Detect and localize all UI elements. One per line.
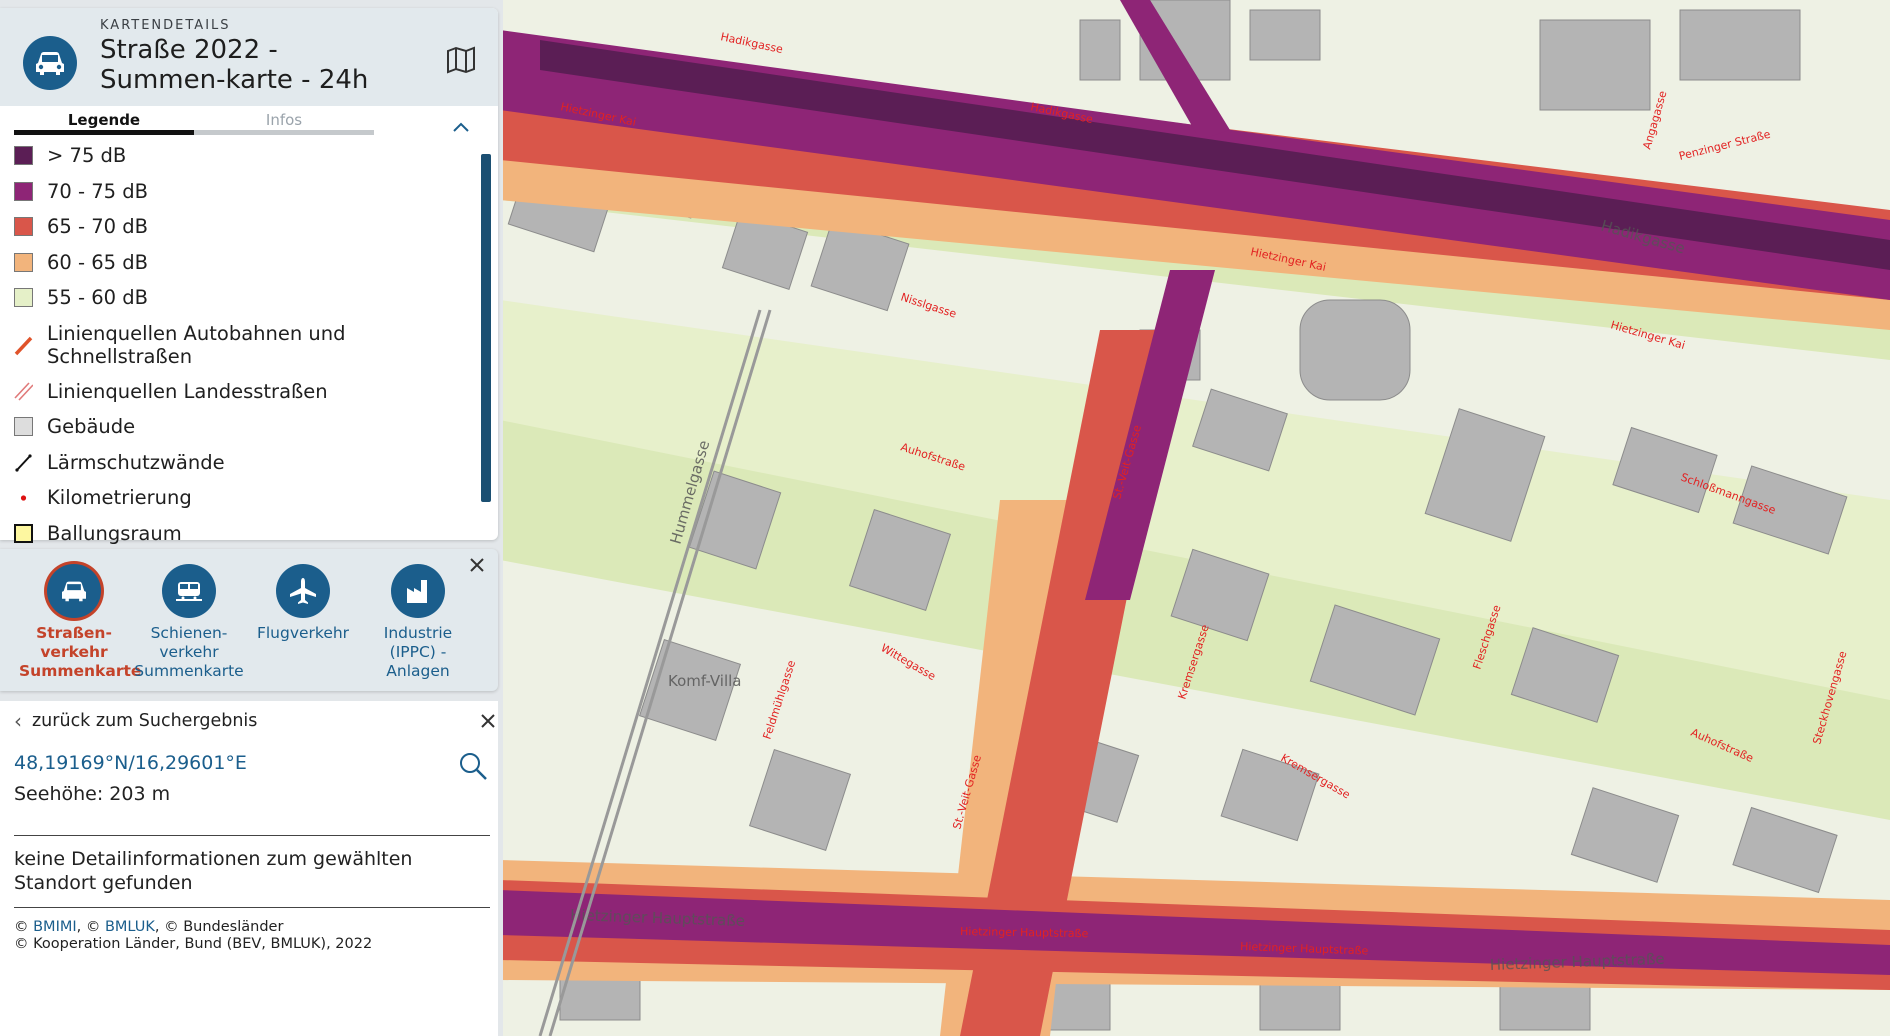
legend-label: 55 - 60 dB	[47, 286, 149, 310]
no-details-message: keine Detailinformationen zum gewählten …	[14, 848, 413, 894]
svg-text:Hietzinger Hauptstraße: Hietzinger Hauptstraße	[960, 925, 1089, 940]
divider	[14, 835, 490, 836]
legend-line-icon	[14, 382, 33, 401]
legend-swatch	[14, 181, 33, 201]
legend-item: 70 - 75 dB	[14, 174, 474, 210]
legend-item: 60 - 65 dB	[14, 245, 474, 281]
legend-line-icon	[20, 495, 27, 501]
legend-scrollbar[interactable]	[481, 154, 491, 502]
legend-item: Linienquellen Autobahnen und Schnellstra…	[14, 316, 474, 374]
legend-label: Linienquellen Autobahnen und Schnellstra…	[47, 321, 346, 368]
legend-list: > 75 dB 70 - 75 dB 65 - 70 dB 60 - 65 dB 55 …	[14, 138, 474, 551]
legend-swatch	[14, 523, 33, 543]
legend-item: Lärmschutzwände	[14, 445, 474, 481]
copyright: © BMIMI, © BMLUK, © Bundesländer © Koope…	[14, 919, 372, 953]
copyright-bundeslaender: , © Bundesländer	[154, 919, 284, 935]
copyright-prefix: ©	[14, 919, 34, 935]
chevron-up-icon[interactable]	[450, 119, 472, 137]
legend-swatch	[14, 217, 33, 237]
legend-item: Linienquellen Landesstraßen	[14, 374, 474, 410]
back-to-results-link[interactable]: ‹ zurück zum Suchergebnis	[14, 709, 257, 733]
coordinates: 48,19169°N/16,29601°E	[14, 752, 247, 774]
details-tabs: Legende Infos	[14, 109, 374, 139]
airplane-icon	[276, 564, 330, 618]
tab-legende[interactable]: Legende	[14, 109, 194, 135]
legend-item: Gebäude	[14, 409, 474, 445]
legend-label: 70 - 75 dB	[47, 179, 149, 203]
factory-icon	[391, 564, 445, 618]
location-info-card: ‹ zurück zum Suchergebnis 48,19169°N/16,…	[0, 701, 498, 1036]
bmluk-link[interactable]: BMLUK	[105, 919, 155, 935]
copyright-line2: © Kooperation Länder, Bund (BEV, BMLUK),…	[14, 936, 373, 952]
mode-button-factory[interactable]: Industrie (IPPC) - Anlagen	[363, 564, 473, 681]
legend-label: 65 - 70 dB	[47, 215, 149, 239]
legend-item: Kilometrierung	[14, 480, 474, 516]
mode-label: Schienen- verkehr Summenkarte	[134, 624, 244, 680]
traffic-mode-selector: Straßen- verkehr Summenkarte Schienen- ve…	[0, 549, 498, 691]
sidebar: KARTENDETAILS Straße 2022 - Summen-karte…	[0, 0, 503, 1036]
chevron-left-icon: ‹	[14, 709, 22, 733]
legend-line-icon	[14, 336, 33, 355]
mode-label: Industrie (IPPC) - Anlagen	[383, 624, 453, 680]
legend-swatch	[14, 252, 33, 272]
elevation: Seehöhe: 203 m	[14, 783, 171, 805]
legend-item: 65 - 70 dB	[14, 209, 474, 245]
mode-label: Straßen- verkehr Summenkarte	[19, 624, 142, 680]
mode-label: Flugverkehr	[256, 624, 350, 642]
tab-infos[interactable]: Infos	[194, 109, 374, 135]
back-to-results-label: zurück zum Suchergebnis	[32, 711, 258, 731]
legend-label: Lärmschutzwände	[47, 450, 225, 474]
map-layers-icon[interactable]	[445, 44, 477, 76]
divider	[14, 907, 490, 908]
legend-label: 60 - 65 dB	[47, 250, 149, 274]
legend-swatch	[14, 146, 33, 166]
mode-button-airplane[interactable]: Flugverkehr	[248, 564, 358, 643]
copyright-sep: , ©	[76, 919, 105, 935]
car-icon	[47, 564, 101, 618]
details-kicker: KARTENDETAILS	[100, 18, 231, 33]
legend-label: Gebäude	[47, 415, 136, 439]
legend-label: Linienquellen Landesstraßen	[47, 379, 328, 403]
bmimi-link[interactable]: BMIMI	[33, 919, 77, 935]
close-icon[interactable]	[478, 711, 498, 731]
map-title: Straße 2022 - Summen-karte - 24h	[100, 35, 369, 95]
legend-item: 55 - 60 dB	[14, 280, 474, 316]
map-details-header: KARTENDETAILS Straße 2022 - Summen-karte…	[0, 8, 498, 106]
legend-line-icon	[15, 454, 32, 472]
legend-label: Kilometrierung	[47, 486, 192, 510]
legend-item: Ballungsraum	[14, 516, 474, 552]
legend-swatch	[14, 288, 33, 308]
legend-swatch	[14, 417, 33, 437]
svg-text:Komf-Villa: Komf-Villa	[668, 672, 742, 690]
map-details-card: KARTENDETAILS Straße 2022 - Summen-karte…	[0, 8, 498, 545]
train-icon	[162, 564, 216, 618]
legend-label: > 75 dB	[47, 144, 127, 168]
mode-button-car[interactable]: Straßen- verkehr Summenkarte	[19, 564, 142, 681]
car-icon	[23, 36, 77, 90]
legend-label: Ballungsraum	[47, 521, 182, 545]
mode-button-train[interactable]: Schienen- verkehr Summenkarte	[134, 564, 244, 681]
legend-item: > 75 dB	[14, 138, 474, 174]
search-icon[interactable]	[458, 751, 488, 781]
